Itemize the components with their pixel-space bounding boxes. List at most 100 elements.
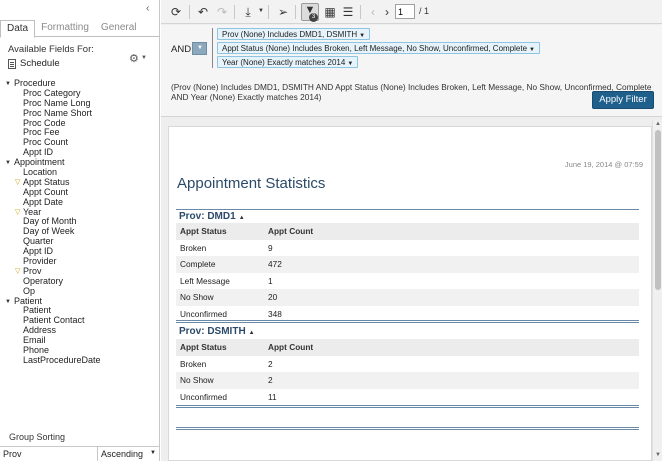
filter-chip-label: Appt Status (None) Includes Broken, Left… [222,44,528,53]
scroll-up-icon[interactable]: ▲ [655,121,661,127]
cursor-select-icon[interactable]: ➢ [274,3,292,21]
table-icon[interactable]: ▦ [321,3,339,21]
tree-label: Proc Name Long [23,97,91,108]
tree-label: Patient [23,305,52,316]
tree-field[interactable]: Proc Name Short [0,108,160,118]
tree-field[interactable]: Proc Name Long [0,98,160,108]
tree-field[interactable]: Appt Date [0,197,160,207]
apply-filter-button[interactable]: Apply Filter [592,91,654,109]
tab-data[interactable]: Data [0,20,36,38]
filter-chip-year[interactable]: Year (None) Exactly matches 2014 ▼ [217,56,359,68]
table-row: Broken 2 [176,356,639,373]
tab-general[interactable]: General [95,20,143,37]
tree-field[interactable]: ▽ Appt Status [0,177,160,187]
undo-icon[interactable]: ↶ [194,3,212,21]
tree-category[interactable]: ▼ Procedure [0,78,160,88]
report-scrollbar[interactable]: ▲ ▼ [652,120,662,461]
tree-field[interactable]: Day of Week [0,226,160,236]
tree-label: Patient [14,295,43,306]
table-header-row: Appt Status Appt Count [176,339,639,356]
tree-field[interactable]: Proc Count [0,137,160,147]
tree-label: Proc Name Short [23,107,93,118]
report-table: Appt Status Appt Count Broken 9 Complete 472 L… [176,223,639,322]
next-page-icon[interactable]: › [378,3,396,21]
tree-field[interactable]: Email [0,335,160,345]
column-header[interactable]: Appt Status [176,226,264,236]
table-row: No Show 20 [176,289,639,306]
table-row: Left Message 1 [176,273,639,290]
document-icon [8,58,16,69]
sort-ascending-icon[interactable]: ▲ [239,215,245,221]
tree-label: Appointment [14,157,65,168]
tree-label: Phone [23,345,50,356]
tree-label: Address [23,325,57,336]
column-header[interactable]: Appt Count [264,342,384,352]
tree-label: Location [23,167,58,178]
tree-field[interactable]: Appt Count [0,187,160,197]
tree-category[interactable]: ▼ Patient [0,296,160,306]
appt-status-cell: Broken [180,358,207,369]
refresh-icon[interactable]: ⟳ [167,3,185,21]
group-field[interactable]: Prov [0,447,98,461]
table-row: Complete 472 [176,256,639,273]
tree-field[interactable]: Appt ID [0,246,160,256]
tree-field[interactable]: Proc Category [0,88,160,98]
scrollbar-thumb[interactable] [655,130,661,290]
tree-label: Op [23,285,36,296]
appt-status-cell: No Show [180,292,214,303]
download-icon[interactable]: ⤓ [239,3,257,21]
filter-count-badge: 3 [309,13,318,22]
filter-toggle-icon[interactable]: ▼ 3 [301,3,319,22]
page-number-input[interactable] [395,4,415,19]
tree-field[interactable]: Proc Fee [0,127,160,137]
tree-field[interactable]: Patient [0,305,160,315]
tree-field[interactable]: Day of Month [0,216,160,226]
column-header[interactable]: Appt Status [176,342,264,352]
tree-field[interactable]: Location [0,167,160,177]
tree-field[interactable]: Appt ID [0,147,160,157]
chevron-down-icon[interactable]: ▼ [141,55,147,61]
tree-field[interactable]: Quarter [0,236,160,246]
tree-label: Operatory [23,275,64,286]
tree-field[interactable]: Proc Code [0,118,160,128]
filter-operator-select[interactable]: ▼ [192,42,207,55]
group-header[interactable]: Prov: DSMITH ▲ [179,326,255,337]
toolbar-divider [234,5,235,19]
table-header-row: Appt Status Appt Count [176,223,639,240]
filter-chip-prov[interactable]: Prov (None) Includes DMD1, DSMITH ▼ [217,28,371,40]
table-row: Broken 9 [176,240,639,257]
tree-field[interactable]: Op [0,286,160,296]
redo-icon[interactable]: ↷ [213,3,231,21]
tree-category[interactable]: ▼ Appointment [0,157,160,167]
gear-icon[interactable]: ⚙ [129,52,139,65]
tree-label: Procedure [14,78,56,88]
tree-field[interactable]: Phone [0,345,160,355]
list-icon[interactable]: ☰ [339,3,357,21]
tab-formatting[interactable]: Formatting [35,20,95,37]
tree-field[interactable]: Patient Contact [0,315,160,325]
tree-field[interactable]: Address [0,325,160,335]
sort-order-select[interactable]: Ascending ▼ [98,447,160,461]
scroll-down-icon[interactable]: ▼ [655,452,661,458]
tree-field[interactable]: ▽ Prov [0,266,160,276]
report-page: June 19, 2014 @ 07:59 Appointment Statis… [168,126,652,461]
appt-count-cell: 11 [268,391,277,402]
chevron-left-icon[interactable]: ‹ [146,3,149,14]
tree-field[interactable]: ▽ Year [0,207,160,217]
tree-label: Day of Week [23,226,75,237]
group-sorting-bar: Prov Ascending ▼ [0,446,160,461]
field-tree: ▼ Procedure Proc Category Proc Name Long Pro… [0,78,160,365]
tree-field[interactable]: Provider [0,256,160,266]
chevron-down-icon[interactable]: ▼ [258,8,264,14]
title-rule [176,209,639,210]
group-header[interactable]: Prov: DMD1 ▲ [179,211,245,222]
chevron-down-icon: ▼ [359,33,366,39]
filter-chip-appt-status[interactable]: Appt Status (None) Includes Broken, Left… [217,42,540,54]
tree-field[interactable]: LastProcedureDate [0,355,160,365]
filter-chip-label: Prov (None) Includes DMD1, DSMITH [222,30,358,39]
tree-label: Proc Count [23,137,69,148]
column-header[interactable]: Appt Count [264,226,384,236]
sort-ascending-icon[interactable]: ▲ [249,330,255,336]
tree-field[interactable]: Operatory [0,276,160,286]
filter-chip-label: Year (None) Exactly matches 2014 [222,58,346,67]
